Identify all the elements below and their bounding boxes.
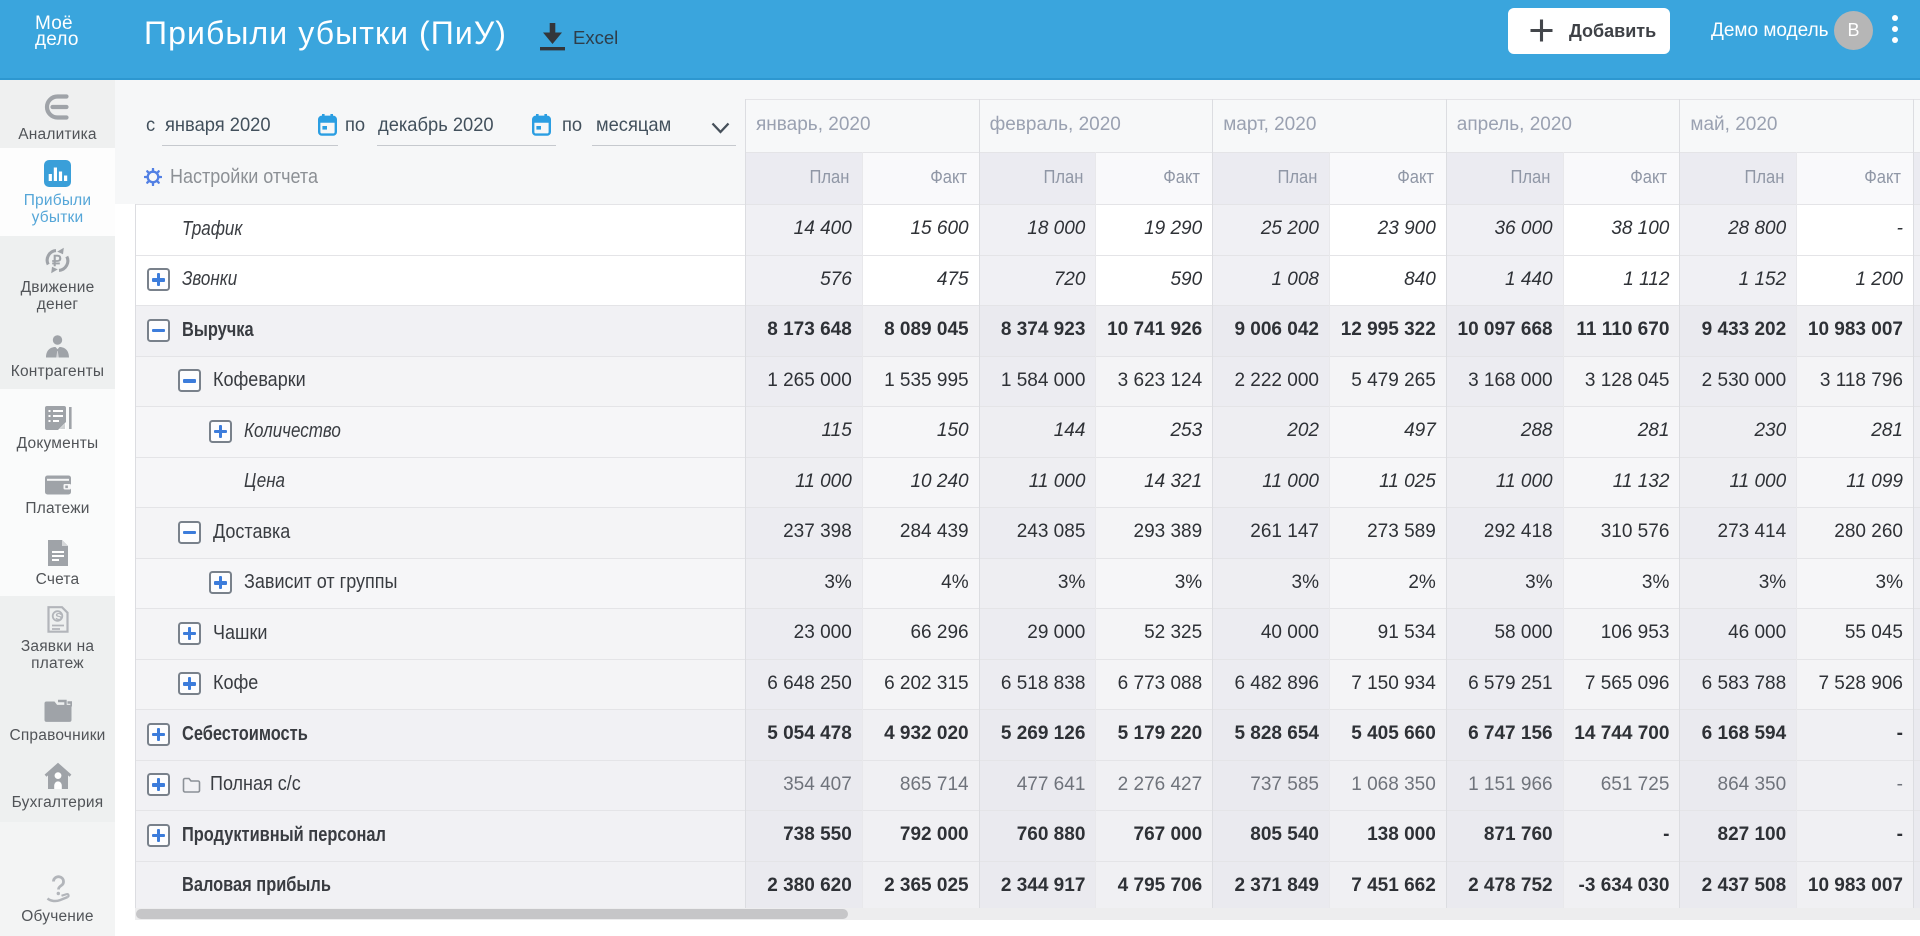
svg-text:S: S xyxy=(55,611,62,623)
svg-text:₽: ₽ xyxy=(52,253,62,270)
